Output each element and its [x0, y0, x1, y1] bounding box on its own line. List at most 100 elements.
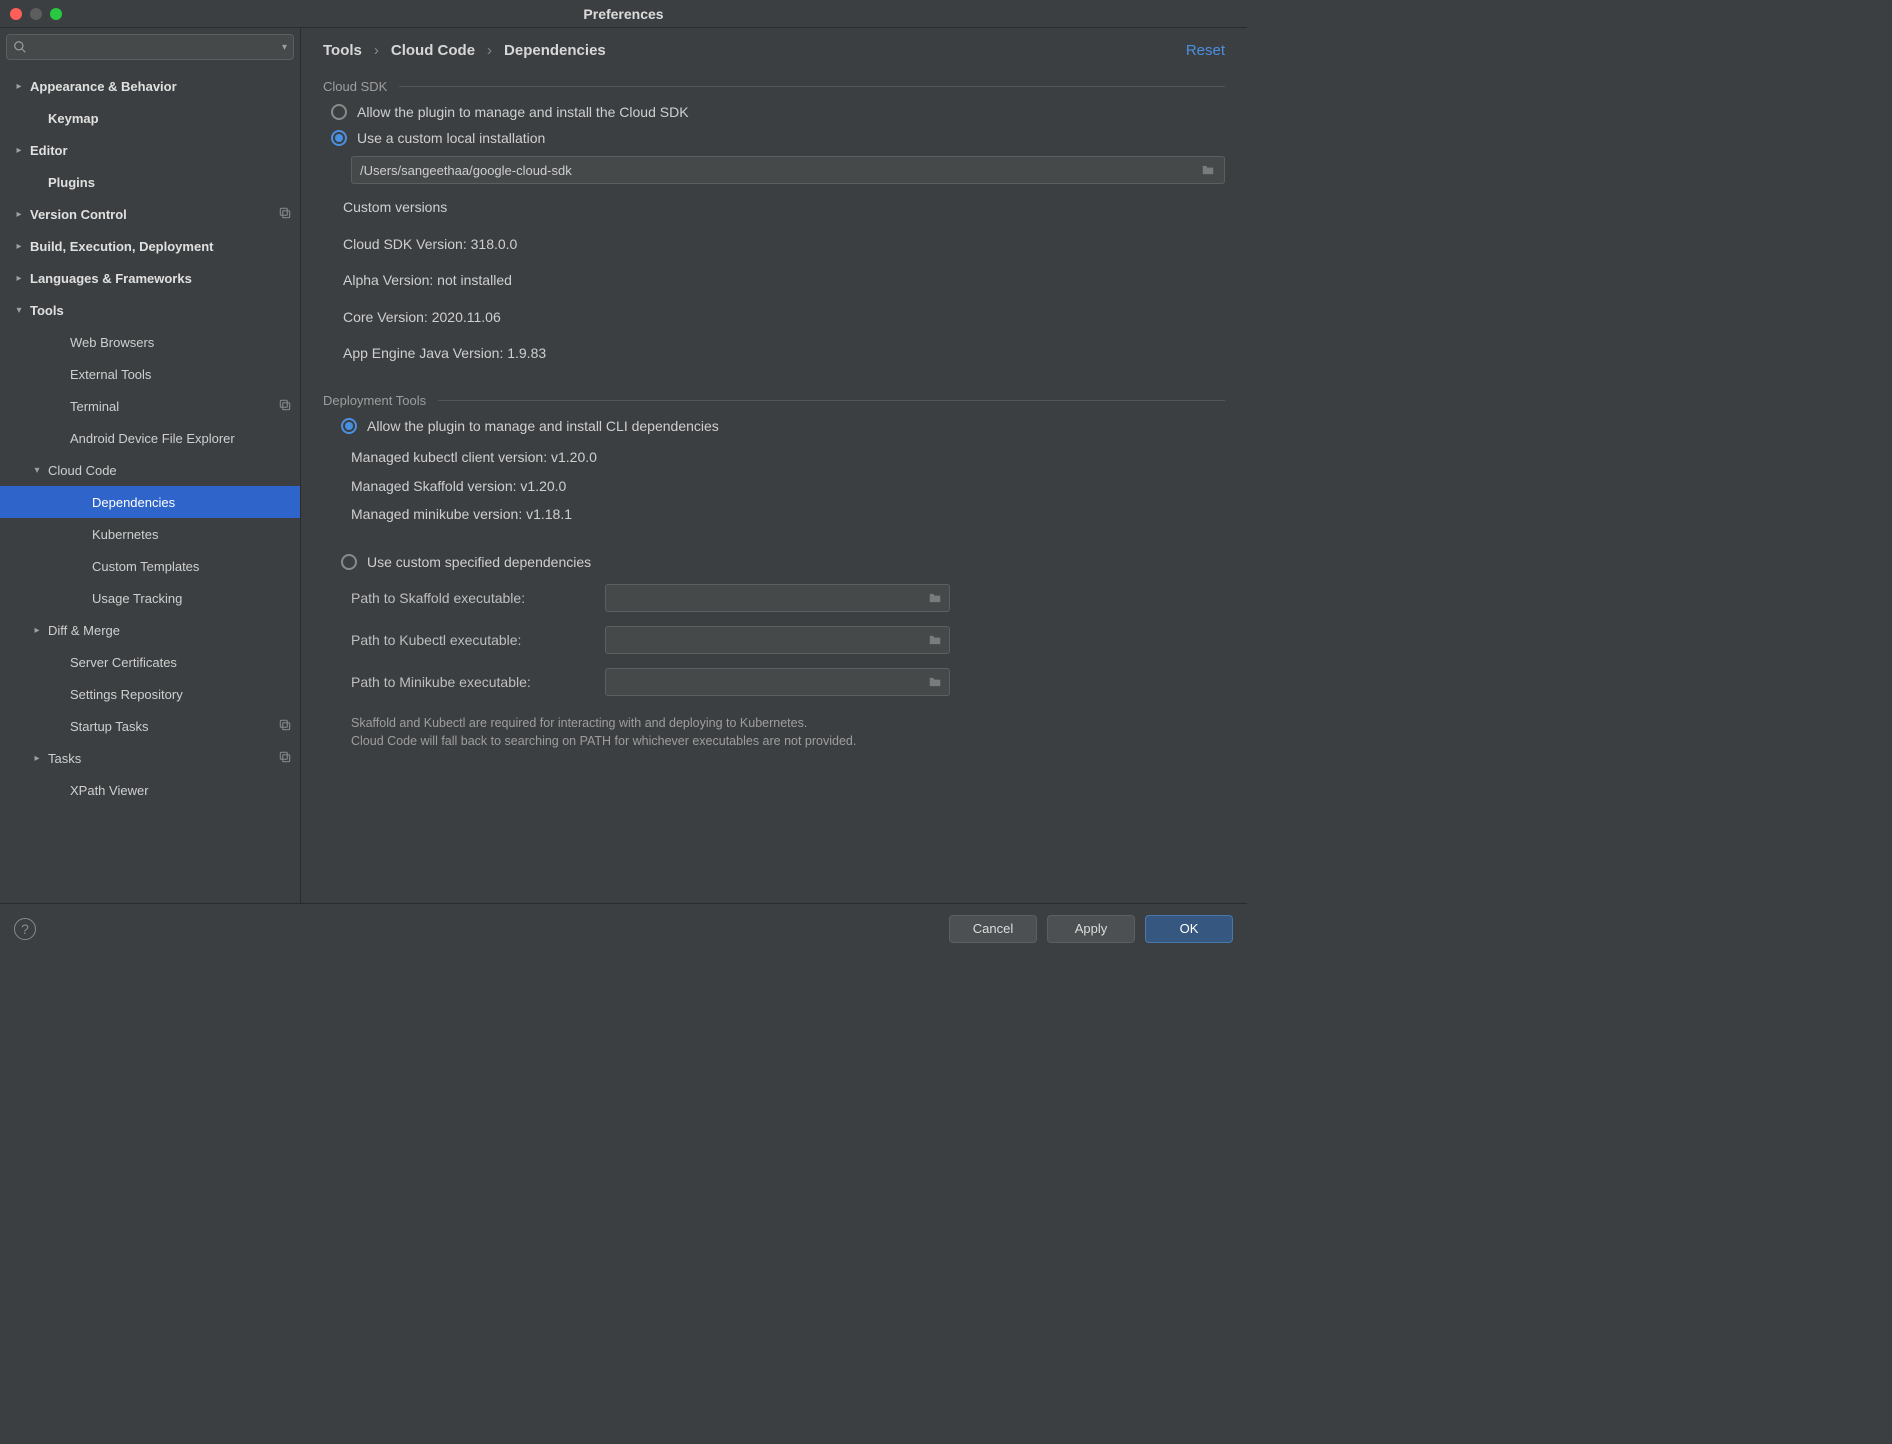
minikube-path-input[interactable]: [605, 668, 950, 696]
alpha-version: Alpha Version: not installed: [343, 267, 1225, 294]
breadcrumb-sep: ›: [487, 42, 492, 59]
sidebar-item-build-execution-deployment[interactable]: Build, Execution, Deployment: [0, 230, 300, 262]
chevron-right-icon[interactable]: [12, 145, 26, 156]
chevron-down-icon[interactable]: [12, 305, 26, 316]
folder-icon[interactable]: [927, 675, 943, 689]
folder-icon[interactable]: [927, 591, 943, 605]
cloud-sdk-path-field[interactable]: [360, 163, 1200, 178]
sidebar-item-cloud-code[interactable]: Cloud Code: [0, 454, 300, 486]
sidebar-item-web-browsers[interactable]: Web Browsers: [0, 326, 300, 358]
sidebar-item-terminal[interactable]: Terminal: [0, 390, 300, 422]
kubectl-path-field[interactable]: [612, 632, 927, 647]
breadcrumb-cloud-code[interactable]: Cloud Code: [391, 42, 475, 59]
sidebar-item-usage-tracking[interactable]: Usage Tracking: [0, 582, 300, 614]
window-title: Preferences: [0, 6, 1247, 22]
sidebar-item-editor[interactable]: Editor: [0, 134, 300, 166]
deployment-note: Skaffold and Kubectl are required for in…: [351, 714, 1225, 750]
sidebar-item-xpath-viewer[interactable]: XPath Viewer: [0, 774, 300, 806]
sidebar-item-label: Plugins: [48, 175, 292, 190]
managed-minikube-version: Managed minikube version: v1.18.1: [351, 501, 1225, 528]
project-scope-icon: [278, 750, 292, 767]
radio-label: Allow the plugin to manage and install C…: [367, 418, 719, 434]
sidebar-item-keymap[interactable]: Keymap: [0, 102, 300, 134]
sidebar-item-version-control[interactable]: Version Control: [0, 198, 300, 230]
window-close-button[interactable]: [10, 8, 22, 20]
skaffold-path-label: Path to Skaffold executable:: [351, 590, 591, 606]
folder-icon[interactable]: [927, 633, 943, 647]
skaffold-path-input[interactable]: [605, 584, 950, 612]
sidebar-item-label: Tasks: [48, 751, 278, 766]
kubectl-path-input[interactable]: [605, 626, 950, 654]
sidebar-item-label: Dependencies: [92, 495, 292, 510]
cloud-sdk-path-input[interactable]: [351, 156, 1225, 184]
ok-button[interactable]: OK: [1145, 915, 1233, 943]
help-button[interactable]: ?: [14, 918, 36, 940]
radio-manage-sdk[interactable]: Allow the plugin to manage and install t…: [331, 104, 1225, 120]
cancel-button[interactable]: Cancel: [949, 915, 1037, 943]
custom-versions-header: Custom versions: [343, 194, 1225, 221]
sidebar-item-custom-templates[interactable]: Custom Templates: [0, 550, 300, 582]
project-scope-icon: [278, 398, 292, 415]
sidebar-item-label: Build, Execution, Deployment: [30, 239, 292, 254]
sidebar-item-label: Diff & Merge: [48, 623, 292, 638]
window-maximize-button[interactable]: [50, 8, 62, 20]
sidebar-item-label: Server Certificates: [70, 655, 292, 670]
sidebar-item-tools[interactable]: Tools: [0, 294, 300, 326]
sidebar-item-label: Settings Repository: [70, 687, 292, 702]
sidebar-item-label: Editor: [30, 143, 292, 158]
chevron-down-icon[interactable]: ▾: [282, 42, 287, 53]
radio-icon: [331, 130, 347, 146]
apply-button[interactable]: Apply: [1047, 915, 1135, 943]
chevron-right-icon[interactable]: [30, 753, 44, 764]
section-title-label: Deployment Tools: [323, 393, 426, 408]
window-minimize-button[interactable]: [30, 8, 42, 20]
reset-link[interactable]: Reset: [1186, 42, 1225, 59]
sidebar-item-label: Version Control: [30, 207, 278, 222]
sidebar-item-external-tools[interactable]: External Tools: [0, 358, 300, 390]
sidebar-item-label: Terminal: [70, 399, 278, 414]
chevron-right-icon[interactable]: [12, 209, 26, 220]
sidebar-item-appearance-behavior[interactable]: Appearance & Behavior: [0, 70, 300, 102]
sidebar-item-server-certificates[interactable]: Server Certificates: [0, 646, 300, 678]
radio-custom-cli[interactable]: Use custom specified dependencies: [341, 554, 1225, 570]
sidebar-item-label: Kubernetes: [92, 527, 292, 542]
radio-label: Use custom specified dependencies: [367, 554, 591, 570]
radio-custom-sdk[interactable]: Use a custom local installation: [331, 130, 1225, 146]
minikube-path-field[interactable]: [612, 674, 927, 689]
breadcrumb-sep: ›: [374, 42, 379, 59]
sidebar-item-startup-tasks[interactable]: Startup Tasks: [0, 710, 300, 742]
sidebar-item-tasks[interactable]: Tasks: [0, 742, 300, 774]
folder-icon[interactable]: [1200, 163, 1216, 177]
sidebar-item-label: Tools: [30, 303, 292, 318]
core-version: Core Version: 2020.11.06: [343, 304, 1225, 331]
sidebar-item-label: Startup Tasks: [70, 719, 278, 734]
chevron-right-icon[interactable]: [12, 241, 26, 252]
radio-manage-cli[interactable]: Allow the plugin to manage and install C…: [341, 418, 1225, 434]
kubectl-path-label: Path to Kubectl executable:: [351, 632, 591, 648]
breadcrumb: Tools › Cloud Code › Dependencies: [323, 42, 606, 59]
sidebar-item-label: Android Device File Explorer: [70, 431, 292, 446]
deployment-note-line2: Cloud Code will fall back to searching o…: [351, 732, 1225, 750]
breadcrumb-tools[interactable]: Tools: [323, 42, 362, 59]
sidebar-item-kubernetes[interactable]: Kubernetes: [0, 518, 300, 550]
chevron-right-icon[interactable]: [30, 625, 44, 636]
footer: ? Cancel Apply OK: [0, 903, 1247, 953]
section-title-label: Cloud SDK: [323, 79, 387, 94]
sidebar-item-diff-merge[interactable]: Diff & Merge: [0, 614, 300, 646]
sidebar-item-label: Appearance & Behavior: [30, 79, 292, 94]
preferences-sidebar: ▾ Appearance & Behavior Keymap Editor Plugi…: [0, 28, 301, 903]
search-input-wrap[interactable]: ▾: [6, 34, 294, 60]
sidebar-item-languages-frameworks[interactable]: Languages & Frameworks: [0, 262, 300, 294]
chevron-right-icon[interactable]: [12, 273, 26, 284]
sidebar-item-settings-repository[interactable]: Settings Repository: [0, 678, 300, 710]
sidebar-item-dependencies[interactable]: Dependencies: [0, 486, 300, 518]
chevron-right-icon[interactable]: [12, 81, 26, 92]
skaffold-path-field[interactable]: [612, 590, 927, 605]
sidebar-item-plugins[interactable]: Plugins: [0, 166, 300, 198]
sidebar-item-label: Custom Templates: [92, 559, 292, 574]
search-input[interactable]: [31, 40, 282, 55]
sidebar-item-android-device-file-explorer[interactable]: Android Device File Explorer: [0, 422, 300, 454]
window-controls: [10, 8, 62, 20]
chevron-down-icon[interactable]: [30, 465, 44, 476]
minikube-path-label: Path to Minikube executable:: [351, 674, 591, 690]
